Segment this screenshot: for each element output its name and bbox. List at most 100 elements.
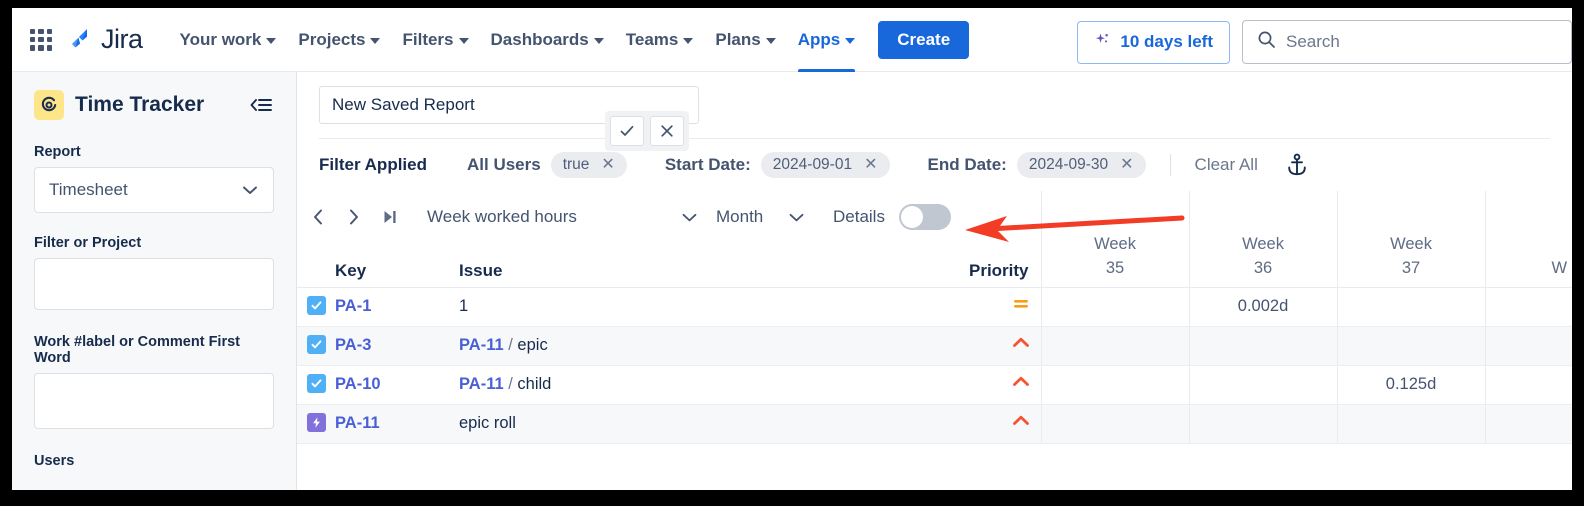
report-select[interactable]: Timesheet: [34, 167, 274, 213]
week-header-line1: Week: [1390, 234, 1432, 253]
row-selector[interactable]: [297, 287, 335, 327]
week-cell: [1188, 404, 1338, 444]
week-cell: [1040, 404, 1190, 444]
filter-or-project-label: Filter or Project: [34, 235, 142, 251]
nav-item-label: Projects: [298, 29, 366, 49]
column-header-priority[interactable]: Priority: [933, 243, 1042, 288]
select-all-header: [297, 243, 335, 288]
details-toggle[interactable]: [898, 204, 951, 230]
week-header-line2: 35: [1105, 258, 1125, 277]
nav-item-apps[interactable]: Apps: [787, 8, 867, 72]
nav-item-label: Dashboards: [490, 29, 589, 49]
search-input[interactable]: Search: [1242, 20, 1572, 64]
filter-or-project-input[interactable]: [34, 258, 274, 310]
week-cell: [1336, 287, 1486, 327]
nav-item-filters[interactable]: Filters: [391, 8, 479, 72]
row-issue-cell: PA-11 / epic: [453, 326, 933, 366]
table-row[interactable]: PA-10 PA-11 / child 0.125d: [297, 365, 1572, 405]
period-select-value: Month: [716, 207, 764, 226]
nav-item-teams[interactable]: Teams: [615, 8, 705, 72]
create-button[interactable]: Create: [878, 20, 970, 59]
nav-item-label: Filters: [402, 29, 454, 49]
time-tracker-icon: [34, 90, 64, 120]
issue-parent-link[interactable]: PA-11: [459, 375, 504, 393]
check-icon: [620, 125, 634, 136]
remove-chip-icon[interactable]: ✕: [1120, 157, 1133, 173]
row-selector[interactable]: [297, 326, 335, 366]
chevron-left-icon[interactable]: [301, 208, 336, 226]
filter-chip-start-date[interactable]: 2024-09-01 ✕: [760, 152, 890, 178]
checkbox-checked-icon[interactable]: [306, 374, 326, 393]
table-row[interactable]: PA-1 1 0.002d: [297, 287, 1572, 327]
brand-name: Jira: [101, 24, 143, 54]
skip-to-end-icon[interactable]: [371, 208, 409, 226]
period-select[interactable]: Month: [716, 207, 805, 227]
issue-key-link[interactable]: PA-1: [335, 297, 371, 315]
report-field-label: Report: [34, 144, 81, 160]
nav-item-label: Plans: [715, 29, 761, 49]
table-toolbar: Week worked hours Month Details: [301, 191, 1041, 243]
row-selector[interactable]: [297, 365, 335, 405]
week-column-header-37[interactable]: Week 37: [1336, 191, 1486, 288]
grid-apps-icon[interactable]: [28, 27, 54, 53]
nav-item-label: Your work: [179, 29, 262, 49]
week-cell: [1484, 404, 1572, 444]
chevron-down-icon: [788, 212, 805, 223]
issue-parent-link[interactable]: PA-11: [459, 336, 504, 354]
chevron-down-icon: [593, 38, 604, 44]
days-left-badge[interactable]: 10 days left: [1077, 20, 1230, 64]
main-content: Filter Applied All Users true ✕ Start Da…: [297, 72, 1572, 490]
nav-item-plans[interactable]: Plans: [704, 8, 786, 72]
table-row[interactable]: PA-3 PA-11 / epic: [297, 326, 1572, 366]
issue-key-link[interactable]: PA-10: [335, 375, 381, 393]
priority-high-icon: [1011, 376, 1031, 395]
week-column-header-36[interactable]: Week 36: [1188, 191, 1338, 288]
week-cell: 0.125d: [1336, 365, 1486, 405]
filter-applied-title: Filter Applied: [319, 155, 427, 174]
chevron-down-icon: [681, 212, 698, 223]
nav-item-your-work[interactable]: Your work: [169, 8, 288, 72]
week-column-header-35[interactable]: Week 35: [1040, 191, 1190, 288]
nav-item-projects[interactable]: Projects: [287, 8, 391, 72]
work-label-input[interactable]: [34, 373, 274, 429]
divider: [319, 138, 1550, 139]
row-issue-cell: PA-11 / child: [453, 365, 933, 405]
week-cell: [1188, 365, 1338, 405]
anchor-icon[interactable]: [1286, 153, 1308, 177]
remove-chip-icon[interactable]: ✕: [601, 157, 614, 173]
confirm-report-name-button[interactable]: [610, 116, 644, 146]
issue-key-link[interactable]: PA-11: [335, 414, 380, 432]
chevron-right-icon[interactable]: [336, 208, 371, 226]
column-header-issue[interactable]: Issue: [453, 243, 933, 288]
collapse-sidebar-icon[interactable]: [248, 95, 274, 115]
nav-item-dashboards[interactable]: Dashboards: [480, 8, 615, 72]
table-row[interactable]: PA-11 epic roll: [297, 404, 1572, 444]
jira-logo[interactable]: Jira: [66, 24, 143, 55]
filter-chip-end-date[interactable]: 2024-09-30 ✕: [1016, 152, 1146, 178]
work-label-label: Work #label or Comment First Word: [34, 334, 240, 366]
issue-summary: 1: [459, 297, 469, 315]
column-header-key[interactable]: Key: [335, 243, 453, 288]
top-navigation-bar: Jira Your work Projects Filters Dashboar…: [12, 8, 1572, 72]
filter-label-end-date: End Date:: [927, 155, 1007, 174]
chip-value: true: [562, 156, 590, 173]
clear-all-button[interactable]: Clear All: [1195, 155, 1258, 175]
metric-select[interactable]: Week worked hours: [427, 207, 698, 227]
week-column-header-38[interactable]: W: [1484, 191, 1572, 288]
row-selector[interactable]: [297, 404, 335, 444]
issue-key-link[interactable]: PA-3: [335, 336, 371, 354]
sidebar-title: Time Tracker: [75, 93, 205, 116]
week-header-line1: Week: [1242, 234, 1284, 253]
checkbox-checked-icon[interactable]: [306, 335, 326, 354]
issue-summary: epic: [517, 336, 548, 354]
remove-chip-icon[interactable]: ✕: [864, 157, 877, 173]
cancel-report-name-button[interactable]: [650, 116, 684, 146]
filter-chip-all-users[interactable]: true ✕: [550, 152, 627, 178]
filter-label-start-date: Start Date:: [664, 155, 751, 174]
details-toggle-label: Details: [833, 207, 885, 226]
users-field-label: Users: [34, 453, 75, 469]
table-toolbar-cell: Week worked hours Month Details: [297, 191, 1041, 243]
week-cell: [1188, 326, 1338, 366]
search-icon: [1257, 30, 1276, 54]
checkbox-checked-icon[interactable]: [306, 296, 326, 315]
